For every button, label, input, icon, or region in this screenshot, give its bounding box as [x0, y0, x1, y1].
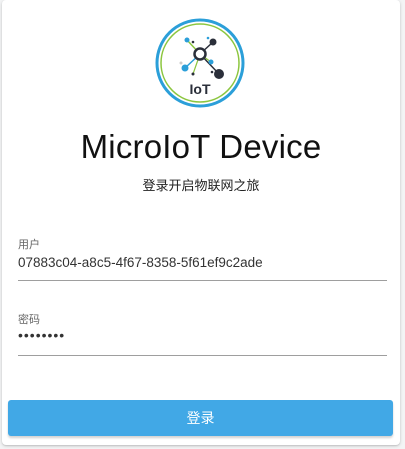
app-subtitle: 登录开启物联网之旅 — [142, 179, 260, 194]
password-field[interactable] — [18, 323, 385, 347]
login-card: IoT MicroIoT Device 登录开启物联网之旅 用户 密码 — [2, 0, 400, 445]
iot-network-logo-icon: IoT — [155, 18, 245, 108]
app-title: MicroIoT Device — [80, 128, 322, 165]
password-underline — [18, 355, 387, 356]
login-button[interactable]: 登录 — [8, 400, 393, 436]
logo-text: IoT — [190, 81, 211, 97]
username-field[interactable] — [18, 250, 385, 274]
username-underline — [18, 280, 387, 281]
